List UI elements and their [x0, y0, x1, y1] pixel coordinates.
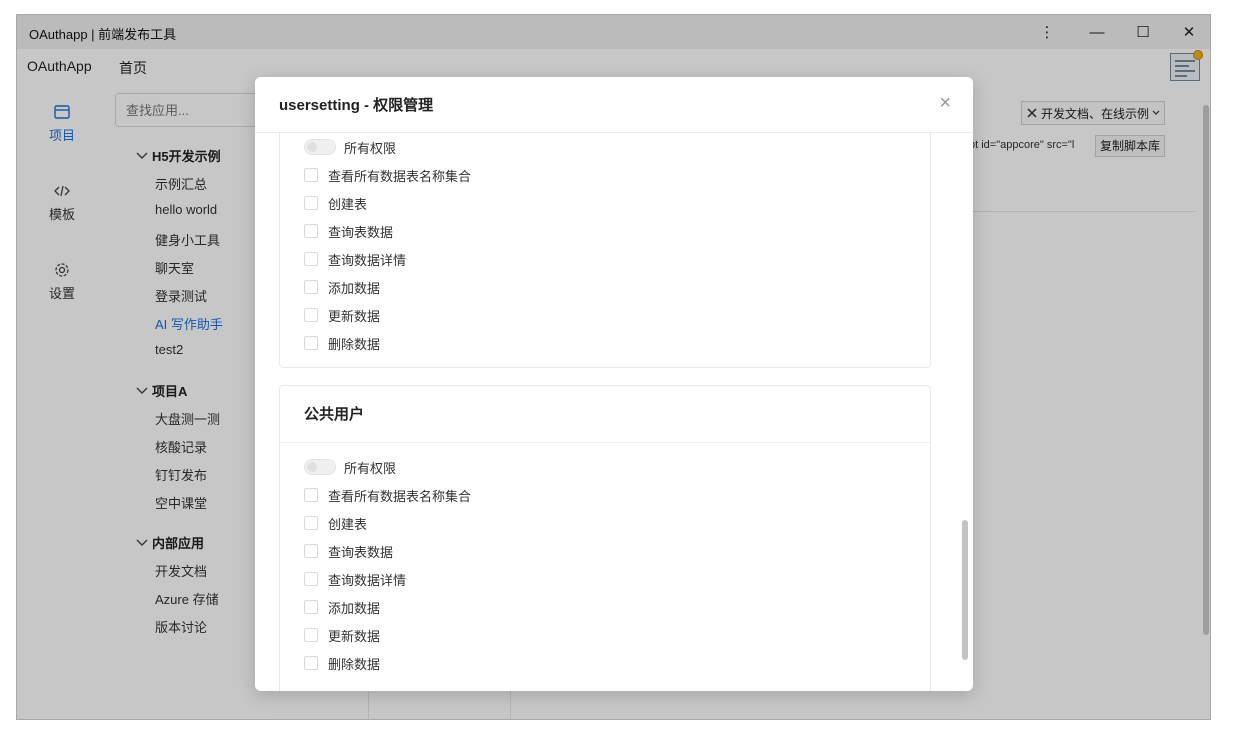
permission-row[interactable]: 删除数据	[304, 653, 380, 673]
checkbox[interactable]	[304, 656, 318, 670]
permission-row[interactable]: 查看所有数据表名称集合	[304, 165, 471, 185]
permission-row[interactable]: 查看所有数据表名称集合	[304, 485, 471, 505]
checkbox[interactable]	[304, 252, 318, 266]
permission-card: 所有权限 查看所有数据表名称集合 创建表 查询表数据 查询数据详情 添加数据 更…	[279, 133, 931, 368]
checkbox[interactable]	[304, 516, 318, 530]
permission-row[interactable]: 创建表	[304, 193, 367, 213]
permission-label: 查询数据详情	[328, 572, 407, 588]
permission-card-public-user: 公共用户 所有权限 查看所有数据表名称集合 创建表 查询表数据 查询数据详情 添…	[279, 385, 931, 691]
permission-row[interactable]: 查询表数据	[304, 221, 393, 241]
checkbox[interactable]	[304, 196, 318, 210]
permission-label: 查询数据详情	[328, 252, 407, 268]
card-header: 公共用户	[280, 386, 930, 443]
all-permissions-toggle-row[interactable]: 所有权限	[304, 457, 396, 477]
permission-label: 删除数据	[328, 656, 381, 672]
dialog-scrollbar[interactable]	[962, 520, 968, 660]
permission-row[interactable]: 添加数据	[304, 597, 380, 617]
checkbox[interactable]	[304, 600, 318, 614]
permission-label: 查看所有数据表名称集合	[328, 168, 472, 184]
toggle-label: 所有权限	[344, 460, 397, 476]
checkbox[interactable]	[304, 336, 318, 350]
checkbox[interactable]	[304, 572, 318, 586]
permission-label: 更新数据	[328, 628, 381, 644]
permission-row[interactable]: 查询表数据	[304, 541, 393, 561]
permission-row[interactable]: 更新数据	[304, 625, 380, 645]
permission-label: 删除数据	[328, 336, 381, 352]
toggle-switch[interactable]	[304, 459, 336, 475]
checkbox[interactable]	[304, 488, 318, 502]
permission-label: 查询表数据	[328, 544, 394, 560]
permission-row[interactable]: 查询数据详情	[304, 569, 406, 589]
close-icon[interactable]: ×	[939, 93, 951, 113]
permission-row[interactable]: 创建表	[304, 513, 367, 533]
permission-row[interactable]: 添加数据	[304, 277, 380, 297]
permission-dialog: usersetting - 权限管理 × 所有权限 查看所有数据表名称集合 创建…	[255, 77, 973, 691]
checkbox[interactable]	[304, 308, 318, 322]
permission-row[interactable]: 更新数据	[304, 305, 380, 325]
permission-label: 更新数据	[328, 308, 381, 324]
permission-row[interactable]: 查询数据详情	[304, 249, 406, 269]
permission-label: 查看所有数据表名称集合	[328, 488, 472, 504]
card-title: 公共用户	[304, 406, 365, 423]
all-permissions-toggle-row[interactable]: 所有权限	[304, 137, 396, 157]
toggle-switch[interactable]	[304, 139, 336, 155]
checkbox[interactable]	[304, 544, 318, 558]
dialog-body: 所有权限 查看所有数据表名称集合 创建表 查询表数据 查询数据详情 添加数据 更…	[255, 133, 973, 691]
dialog-header: usersetting - 权限管理 ×	[255, 77, 973, 133]
checkbox[interactable]	[304, 280, 318, 294]
permission-label: 添加数据	[328, 600, 381, 616]
permission-row[interactable]: 删除数据	[304, 333, 380, 353]
permission-label: 查询表数据	[328, 224, 394, 240]
checkbox[interactable]	[304, 628, 318, 642]
permission-label: 创建表	[328, 516, 368, 532]
permission-label: 创建表	[328, 196, 368, 212]
checkbox[interactable]	[304, 168, 318, 182]
permission-label: 添加数据	[328, 280, 381, 296]
dialog-title: usersetting - 权限管理	[279, 97, 434, 114]
checkbox[interactable]	[304, 224, 318, 238]
toggle-label: 所有权限	[344, 140, 397, 156]
